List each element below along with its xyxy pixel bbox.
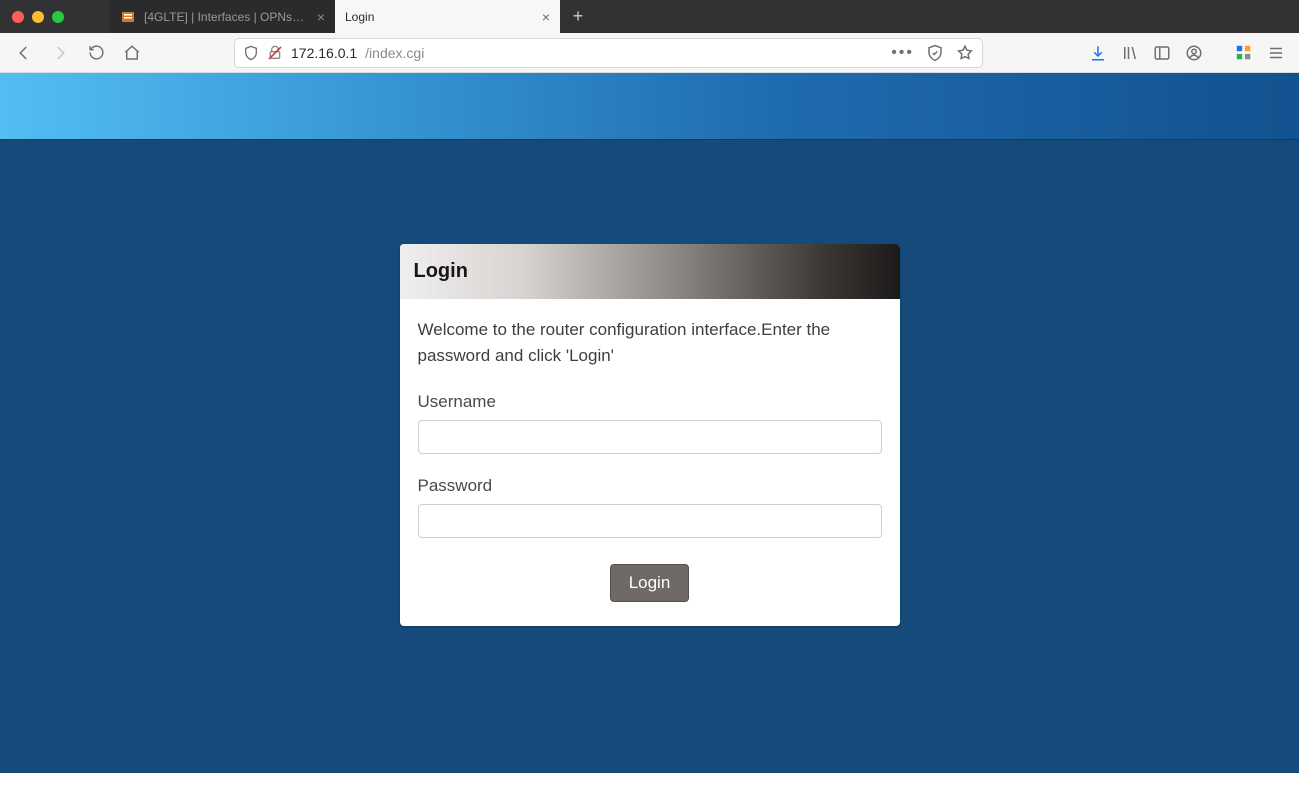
login-card: Login Welcome to the router configuratio… [400, 244, 900, 626]
home-button[interactable] [118, 39, 146, 67]
zoom-window-button[interactable] [52, 11, 64, 23]
close-tab-icon[interactable]: × [542, 9, 550, 25]
address-bar[interactable]: 172.16.0.1/index.cgi ••• [234, 38, 983, 68]
url-host: 172.16.0.1 [291, 45, 357, 61]
close-tab-icon[interactable]: × [317, 9, 325, 25]
login-welcome-text: Welcome to the router configuration inte… [418, 317, 882, 370]
page-viewport: Login Welcome to the router configuratio… [0, 73, 1299, 793]
tab-opnsense[interactable]: [4GLTE] | Interfaces | OPNsens × [110, 0, 335, 33]
password-input[interactable] [418, 504, 882, 538]
password-field: Password [418, 476, 882, 538]
reader-permissions-icon[interactable] [926, 44, 944, 62]
app-menu-icon[interactable] [1267, 44, 1285, 62]
tab-title: Login [345, 10, 534, 24]
new-tab-button[interactable]: + [560, 0, 596, 33]
browser-tabbar: [4GLTE] | Interfaces | OPNsens × Login ×… [0, 0, 1299, 33]
tab-title: [4GLTE] | Interfaces | OPNsens [144, 10, 309, 24]
reload-button[interactable] [82, 39, 110, 67]
library-icon[interactable] [1121, 44, 1139, 62]
downloads-icon[interactable] [1089, 44, 1107, 62]
forward-button[interactable] [46, 39, 74, 67]
bookmark-star-icon[interactable] [956, 44, 974, 62]
login-button[interactable]: Login [610, 564, 690, 602]
close-window-button[interactable] [12, 11, 24, 23]
password-label: Password [418, 476, 882, 496]
extensions-icon[interactable] [1235, 44, 1253, 62]
window-controls [0, 0, 110, 33]
login-card-header: Login [400, 244, 900, 299]
account-icon[interactable] [1185, 44, 1203, 62]
tab-login[interactable]: Login × [335, 0, 560, 33]
insecure-connection-icon[interactable] [267, 45, 283, 61]
browser-toolbar: 172.16.0.1/index.cgi ••• [0, 33, 1299, 73]
tab-favicon-icon [120, 9, 136, 25]
username-input[interactable] [418, 420, 882, 454]
page-banner [0, 73, 1299, 139]
minimize-window-button[interactable] [32, 11, 44, 23]
username-label: Username [418, 392, 882, 412]
username-field: Username [418, 392, 882, 454]
sidebar-icon[interactable] [1153, 44, 1171, 62]
page-actions-icon[interactable]: ••• [891, 44, 914, 62]
url-path: /index.cgi [365, 45, 424, 61]
tracking-protection-icon[interactable] [243, 45, 259, 61]
back-button[interactable] [10, 39, 38, 67]
toolbar-right [1089, 44, 1289, 62]
login-heading: Login [414, 260, 468, 283]
page-body: Login Welcome to the router configuratio… [0, 139, 1299, 773]
